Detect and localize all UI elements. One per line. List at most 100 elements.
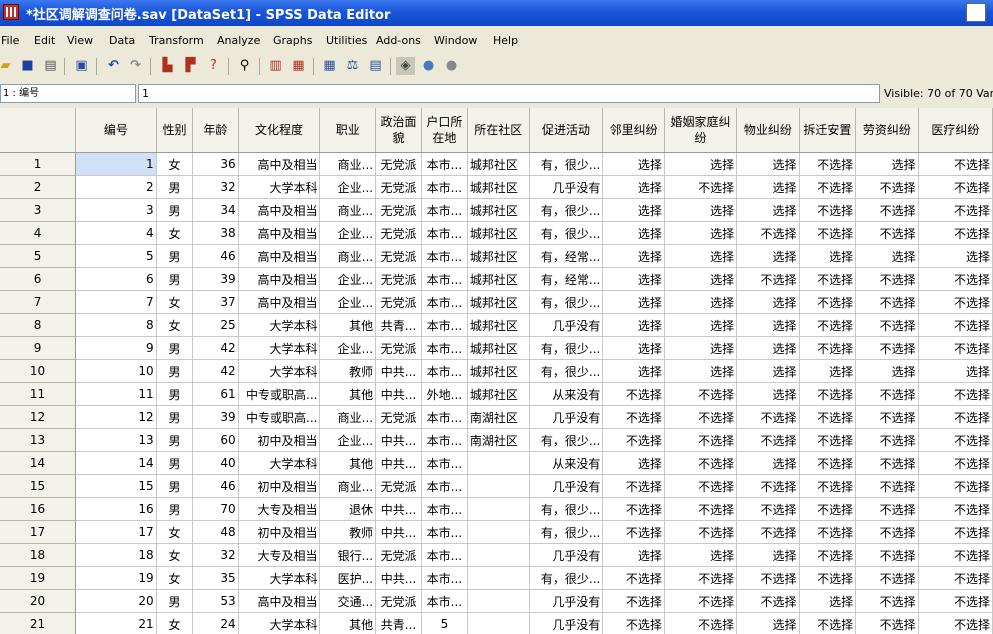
data-cell[interactable]: 选择 — [602, 152, 665, 176]
row-header[interactable]: 14 — [0, 451, 77, 475]
data-cell[interactable]: 大学本科 — [238, 336, 321, 360]
data-cell[interactable]: 46 — [192, 244, 239, 268]
data-cell[interactable]: 选择 — [664, 313, 738, 337]
column-header[interactable]: 医疗纠纷 — [918, 108, 993, 153]
data-cell[interactable]: 中专或职高... — [238, 382, 321, 406]
data-cell[interactable]: 女 — [156, 152, 194, 176]
data-cell[interactable]: 不选择 — [799, 175, 857, 199]
data-cell[interactable]: 女 — [156, 612, 194, 634]
row-header[interactable]: 7 — [0, 290, 77, 314]
data-cell[interactable]: 不选择 — [602, 497, 665, 521]
data-cell[interactable]: 城邦社区 — [467, 175, 530, 199]
data-cell[interactable]: 几乎没有 — [529, 474, 604, 498]
data-cell[interactable]: 53 — [192, 589, 239, 613]
data-cell[interactable]: 18 — [75, 543, 157, 567]
data-cell[interactable]: 21 — [75, 612, 157, 634]
data-cell[interactable]: 选择 — [602, 336, 665, 360]
row-header[interactable]: 17 — [0, 520, 77, 544]
data-cell[interactable]: 不选择 — [602, 474, 665, 498]
data-cell[interactable]: 教师 — [319, 520, 377, 544]
data-cell[interactable]: 不选择 — [855, 451, 919, 475]
data-cell[interactable]: 不选择 — [799, 267, 857, 291]
data-cell[interactable]: 不选择 — [736, 267, 800, 291]
data-cell[interactable]: 城邦社区 — [467, 267, 530, 291]
data-cell[interactable]: 选择 — [664, 198, 738, 222]
row-header[interactable]: 4 — [0, 221, 77, 245]
data-cell[interactable]: 共青... — [375, 612, 422, 634]
data-cell[interactable]: 本市... — [421, 313, 468, 337]
data-cell[interactable]: 退休 — [319, 497, 377, 521]
row-header[interactable]: 8 — [0, 313, 77, 337]
data-cell[interactable]: 女 — [156, 313, 194, 337]
data-cell[interactable]: 不选择 — [799, 290, 857, 314]
menu-data[interactable]: Data — [109, 34, 135, 47]
data-cell[interactable]: 城邦社区 — [467, 198, 530, 222]
data-cell[interactable]: 不选择 — [918, 543, 993, 567]
data-cell[interactable]: 不选择 — [799, 198, 857, 222]
data-cell[interactable]: 不选择 — [799, 566, 857, 590]
split-file-icon[interactable]: ▦ — [320, 57, 339, 75]
menu-graphs[interactable]: Graphs — [273, 34, 312, 47]
data-cell[interactable]: 不选择 — [855, 267, 919, 291]
data-cell[interactable]: 不选择 — [855, 566, 919, 590]
data-cell[interactable]: 其他 — [319, 612, 377, 634]
column-header[interactable]: 编号 — [75, 108, 157, 153]
data-cell[interactable]: 有，很少... — [529, 290, 604, 314]
data-cell[interactable]: 不选择 — [736, 589, 800, 613]
column-header[interactable]: 邻里纠纷 — [602, 108, 665, 153]
data-cell[interactable]: 企业... — [319, 267, 377, 291]
data-cell[interactable]: 本市... — [421, 152, 468, 176]
data-cell[interactable]: 不选择 — [736, 221, 800, 245]
column-header[interactable]: 文化程度 — [238, 108, 321, 153]
data-cell[interactable]: 35 — [192, 566, 239, 590]
data-cell[interactable]: 男 — [156, 405, 194, 429]
menu-view[interactable]: View — [67, 34, 93, 47]
data-cell[interactable]: 高中及相当 — [238, 290, 321, 314]
data-cell[interactable]: 不选择 — [664, 474, 738, 498]
data-cell[interactable]: 男 — [156, 497, 194, 521]
column-header[interactable]: 劳资纠纷 — [855, 108, 919, 153]
data-cell[interactable]: 选择 — [736, 152, 800, 176]
data-cell[interactable]: 2 — [75, 175, 157, 199]
data-cell[interactable]: 男 — [156, 474, 194, 498]
show-all-icon[interactable]: ● — [442, 57, 461, 75]
data-cell[interactable]: 6 — [75, 267, 157, 291]
data-cell[interactable]: 不选择 — [855, 497, 919, 521]
data-cell[interactable]: 不选择 — [664, 566, 738, 590]
data-cell[interactable]: 大学本科 — [238, 566, 321, 590]
menu-window[interactable]: Window — [434, 34, 477, 47]
row-header[interactable]: 9 — [0, 336, 77, 360]
data-cell[interactable]: 不选择 — [918, 198, 993, 222]
data-cell[interactable]: 其他 — [319, 382, 377, 406]
data-cell[interactable]: 25 — [192, 313, 239, 337]
data-cell[interactable]: 选择 — [799, 589, 857, 613]
data-cell[interactable]: 无党派 — [375, 336, 422, 360]
data-cell[interactable]: 11 — [75, 382, 157, 406]
selected-cell[interactable]: 1 — [75, 152, 157, 176]
data-cell[interactable]: 不选择 — [664, 589, 738, 613]
data-cell[interactable]: 高中及相当 — [238, 267, 321, 291]
data-cell[interactable]: 不选择 — [799, 451, 857, 475]
data-cell[interactable]: 不选择 — [918, 382, 993, 406]
data-cell[interactable]: 男 — [156, 428, 194, 452]
data-cell[interactable]: 不选择 — [664, 428, 738, 452]
data-cell[interactable]: 不选择 — [602, 589, 665, 613]
data-cell[interactable]: 不选择 — [855, 313, 919, 337]
data-cell[interactable]: 7 — [75, 290, 157, 314]
data-cell[interactable]: 银行... — [319, 543, 377, 567]
save-icon[interactable]: ■ — [18, 57, 37, 75]
data-cell[interactable]: 男 — [156, 198, 194, 222]
data-cell[interactable]: 32 — [192, 175, 239, 199]
column-header[interactable]: 年龄 — [192, 108, 239, 153]
data-cell[interactable]: 选择 — [664, 543, 738, 567]
data-cell[interactable]: 初中及相当 — [238, 474, 321, 498]
data-cell[interactable]: 中共... — [375, 451, 422, 475]
data-cell[interactable]: 选择 — [855, 359, 919, 383]
data-cell[interactable]: 几乎没有 — [529, 313, 604, 337]
data-cell[interactable]: 城邦社区 — [467, 290, 530, 314]
data-cell[interactable]: 选择 — [918, 244, 993, 268]
data-cell[interactable]: 不选择 — [918, 612, 993, 634]
data-cell[interactable]: 选择 — [799, 244, 857, 268]
cell-editor-input[interactable]: 1 — [138, 84, 880, 103]
data-cell[interactable]: 42 — [192, 336, 239, 360]
